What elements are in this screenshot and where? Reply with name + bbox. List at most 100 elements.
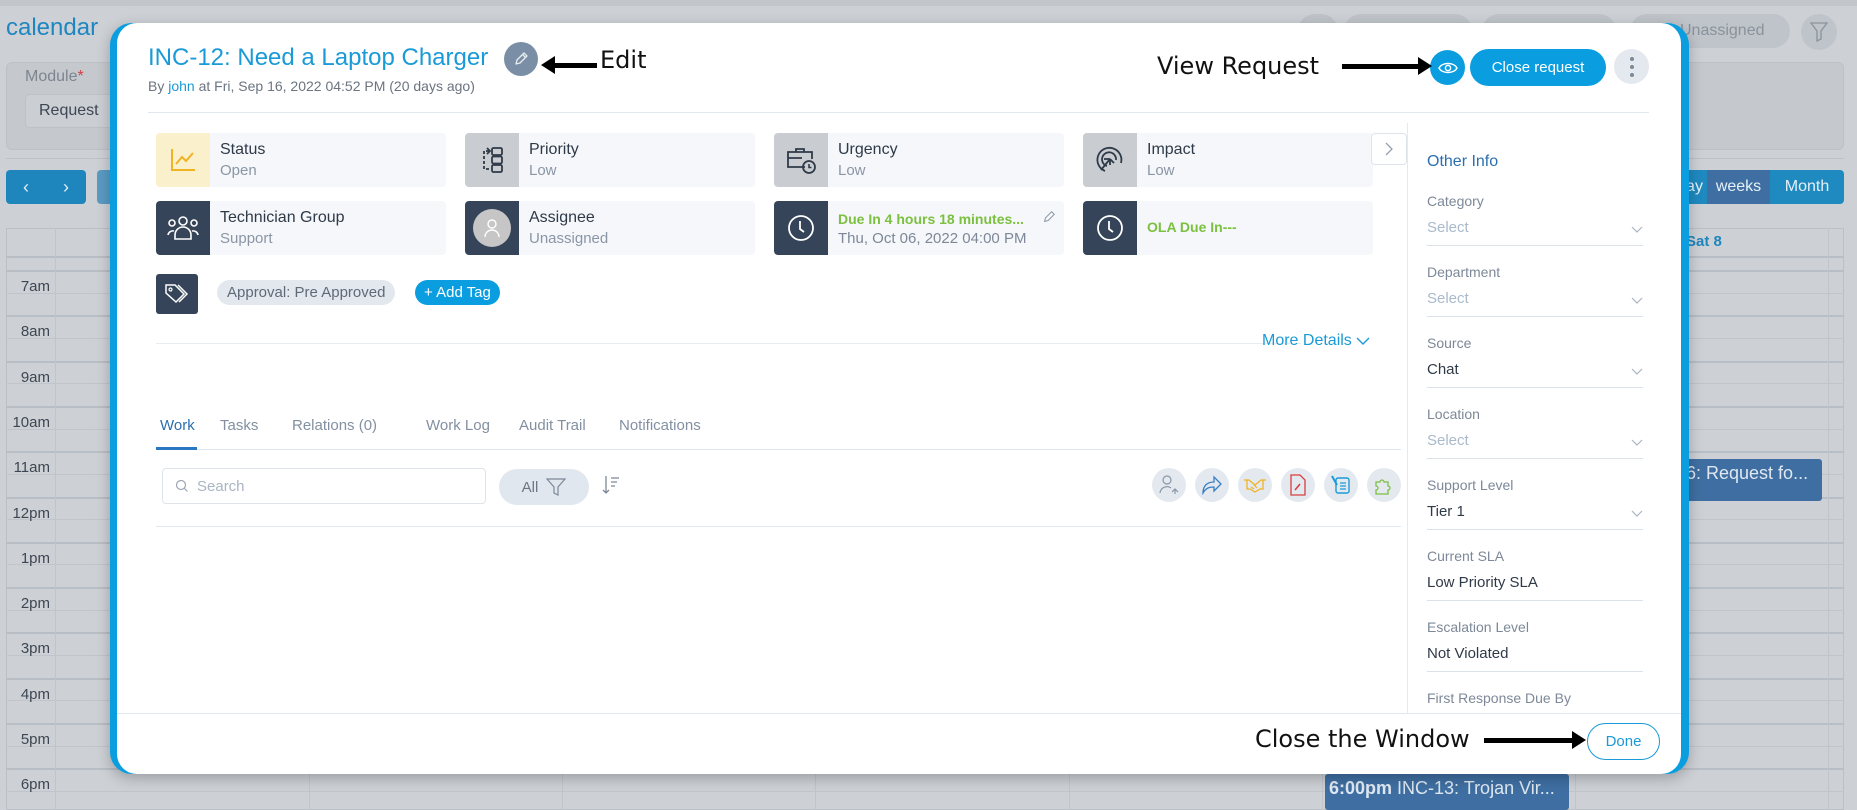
view-request-annotation-arrow xyxy=(1342,57,1432,75)
search-input[interactable] xyxy=(197,477,467,495)
group-icon xyxy=(156,201,210,255)
chevron-down-icon[interactable] xyxy=(1631,221,1643,239)
field-label: Category xyxy=(1427,193,1484,209)
edit-annotation-arrow xyxy=(541,56,597,74)
cards-next-button[interactable] xyxy=(1371,133,1407,165)
sort-descending-icon xyxy=(602,476,619,494)
add-tag-button[interactable]: + Add Tag xyxy=(415,280,500,305)
hour-label: 12pm xyxy=(12,504,50,522)
hour-label: 8am xyxy=(20,323,50,341)
field-support-level[interactable]: Support Level Tier 1 xyxy=(1427,477,1643,537)
event-title: 6: Request fo... xyxy=(1686,463,1809,483)
request-meta: By john at Fri, Sep 16, 2022 04:52 PM (2… xyxy=(148,78,475,94)
eye-icon xyxy=(1437,62,1458,73)
field-value[interactable]: Select xyxy=(1427,432,1469,449)
field-source[interactable]: Source Chat xyxy=(1427,335,1643,395)
day-header-sat: Sat 8 xyxy=(1686,233,1722,250)
field-underline xyxy=(1427,316,1643,317)
forward-icon[interactable] xyxy=(1195,468,1229,502)
field-value[interactable]: Select xyxy=(1427,219,1469,236)
sort-button[interactable] xyxy=(602,475,620,500)
handshake-icon[interactable] xyxy=(1238,468,1272,502)
due-by-card[interactable]: Due In 4 hours 18 minutes... Thu, Oct 06… xyxy=(774,201,1064,255)
pdf-icon[interactable] xyxy=(1281,468,1315,502)
done-button[interactable]: Done xyxy=(1587,723,1660,760)
field-value[interactable]: Select xyxy=(1427,290,1469,307)
search-box xyxy=(162,468,486,504)
impact-card[interactable]: Impact Low xyxy=(1083,133,1373,187)
prev-button[interactable]: ‹ xyxy=(23,177,29,198)
ola-card[interactable]: OLA Due In--- xyxy=(1083,201,1373,255)
user-avatar-icon xyxy=(473,209,511,247)
field-underline xyxy=(1427,600,1643,601)
field-underline xyxy=(1427,458,1643,459)
clock-icon xyxy=(774,201,828,255)
calendar-event[interactable]: 6:00pm INC-13: Trojan Vir... xyxy=(1325,774,1569,810)
edit-title-button[interactable] xyxy=(504,42,538,76)
field-escalation-level: Escalation Level Not Violated xyxy=(1427,619,1643,679)
modal-content: INC-12: Need a Laptop Charger By john at… xyxy=(117,23,1681,774)
next-button[interactable]: › xyxy=(63,177,69,198)
calendar-event[interactable]: 6: Request fo... xyxy=(1686,459,1822,501)
view-month-button[interactable]: Month xyxy=(1770,170,1844,204)
field-value[interactable]: Chat xyxy=(1427,361,1459,378)
urgency-card[interactable]: Urgency Low xyxy=(774,133,1064,187)
hour-label: 6pm xyxy=(20,776,50,794)
field-label: Source xyxy=(1427,335,1472,351)
active-tab-indicator xyxy=(156,447,197,450)
field-category[interactable]: Category Select xyxy=(1427,193,1643,253)
edit-due-date-icon[interactable] xyxy=(1042,210,1056,229)
edit-annotation: Edit xyxy=(600,46,647,74)
tab-work-log[interactable]: Work Log xyxy=(426,417,490,434)
other-info-panel: Other Info Category Select Department Selec… xyxy=(1407,123,1647,713)
chevron-down-icon[interactable] xyxy=(1631,505,1643,523)
chevron-down-icon xyxy=(1356,337,1370,345)
chevron-down-icon[interactable] xyxy=(1631,292,1643,310)
ola-due-text: OLA Due In--- xyxy=(1147,219,1237,235)
field-department[interactable]: Department Select xyxy=(1427,264,1643,324)
priority-card[interactable]: Priority Low xyxy=(465,133,755,187)
header-divider xyxy=(148,112,1649,113)
view-weeks-button[interactable]: weeks xyxy=(1707,170,1770,204)
tab-tasks[interactable]: Tasks xyxy=(220,417,258,434)
due-date-text: Thu, Oct 06, 2022 04:00 PM xyxy=(838,230,1027,247)
field-value[interactable]: Tier 1 xyxy=(1427,503,1465,520)
tab-work[interactable]: Work xyxy=(160,417,195,434)
assignee-card[interactable]: Assignee Unassigned xyxy=(465,201,755,255)
close-request-button[interactable]: Close request xyxy=(1470,49,1606,86)
chevron-down-icon[interactable] xyxy=(1631,434,1643,452)
section-divider xyxy=(156,343,1301,344)
assign-user-icon[interactable] xyxy=(1152,468,1186,502)
view-request-button[interactable] xyxy=(1430,50,1465,85)
chevron-down-icon[interactable] xyxy=(1631,363,1643,381)
more-details-toggle[interactable]: More Details xyxy=(1262,332,1370,350)
more-options-button[interactable] xyxy=(1614,49,1649,84)
work-action-icons xyxy=(1152,468,1401,502)
filter-dropdown[interactable]: All xyxy=(499,469,589,505)
field-underline xyxy=(1427,529,1643,530)
field-label: Escalation Level xyxy=(1427,619,1529,635)
hour-label: 5pm xyxy=(20,731,50,748)
hour-label: 7am xyxy=(20,278,50,295)
assignee-icon-box xyxy=(465,201,519,255)
requester-link[interactable]: john xyxy=(168,78,194,94)
due-in-text: Due In 4 hours 18 minutes... xyxy=(838,211,1024,227)
status-card[interactable]: Status Open xyxy=(156,133,446,187)
field-value: Low Priority SLA xyxy=(1427,574,1538,591)
other-info-title: Other Info xyxy=(1427,153,1499,170)
request-detail-modal: INC-12: Need a Laptop Charger By john at… xyxy=(110,23,1689,774)
module-label: Module* xyxy=(25,68,84,85)
target-icon xyxy=(1083,133,1137,187)
tag-icon xyxy=(156,274,198,314)
tab-relations[interactable]: Relations (0) xyxy=(292,417,377,434)
priority-flow-icon xyxy=(465,133,519,187)
field-location[interactable]: Location Select xyxy=(1427,406,1643,466)
tag-chip[interactable]: Approval: Pre Approved xyxy=(217,280,396,305)
tab-audit-trail[interactable]: Audit Trail xyxy=(519,417,586,434)
plugin-icon[interactable] xyxy=(1367,468,1401,502)
notes-icon[interactable] xyxy=(1324,468,1358,502)
filter-icon[interactable] xyxy=(1801,14,1837,50)
hour-label: 9am xyxy=(20,368,50,386)
technician-group-card[interactable]: Technician Group Support xyxy=(156,201,446,255)
tab-notifications[interactable]: Notifications xyxy=(619,417,701,434)
